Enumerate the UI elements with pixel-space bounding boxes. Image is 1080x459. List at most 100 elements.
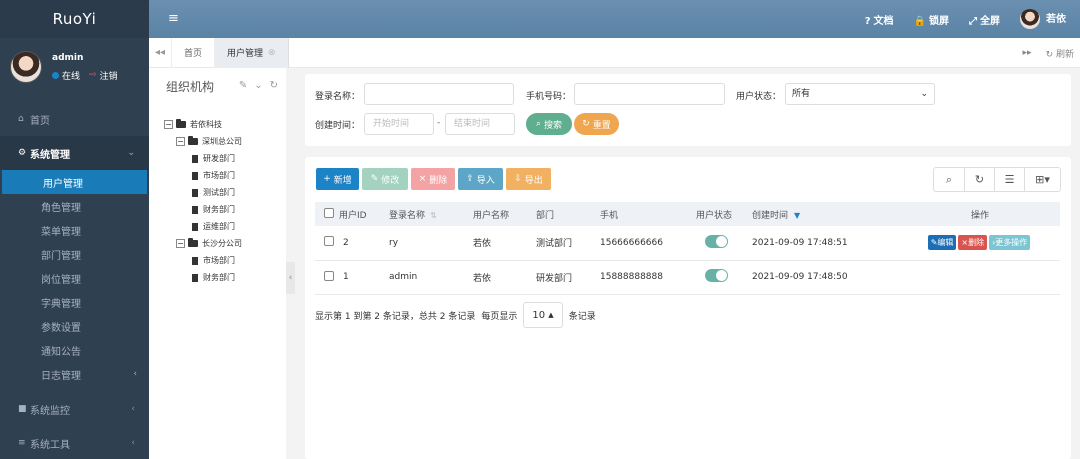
list-icon: ☰ [1004, 173, 1015, 186]
col-header-name[interactable]: 用户名称 [473, 202, 536, 226]
import-button[interactable]: ⇪ 导入 [458, 168, 503, 190]
status-toggle[interactable] [705, 269, 728, 282]
docs-link[interactable]: ? 文档 [865, 12, 894, 27]
lock-screen-link[interactable]: 🔒 锁屏 [914, 12, 949, 27]
tree-node-root[interactable]: − 若依科技 [164, 116, 242, 133]
sidebar-subitem-log[interactable]: 日志管理 ‹ [0, 362, 149, 386]
col-header-login[interactable]: 登录名称 ⇅ [389, 202, 473, 226]
select-all-checkbox[interactable] [324, 207, 334, 218]
refresh-button[interactable]: ↻ [964, 168, 994, 191]
sidebar-item-home[interactable]: ⌂ 首页 [0, 102, 149, 136]
refresh-tab-button[interactable]: ↻ 刷新 [1046, 47, 1074, 60]
reset-button[interactable]: ↻ 重置 [574, 113, 619, 135]
tab-user-management[interactable]: 用户管理 ⊗ [214, 37, 289, 68]
collapse-icon[interactable]: − [176, 137, 185, 146]
cell-login: admin [389, 272, 418, 282]
close-icon: × [961, 238, 969, 248]
toggle-view-button[interactable]: ☰ [994, 168, 1024, 191]
app-logo[interactable]: RuoYi [0, 0, 149, 38]
tabs-scroll-left-icon[interactable]: ◂◂ [149, 47, 171, 58]
fullscreen-link[interactable]: ⤢ 全屏 [969, 12, 1000, 27]
tree-node-leaf[interactable]: 财务部门 [164, 201, 242, 218]
row-delete-label: 删除 [968, 238, 985, 248]
start-time-input[interactable]: 开始时间 [364, 113, 434, 135]
plus-icon: + [323, 174, 331, 184]
sidebar-item-monitor[interactable]: ■ 系统监控 ‹ [0, 392, 149, 426]
add-button[interactable]: + 新增 [316, 168, 359, 190]
row-checkbox[interactable] [324, 236, 334, 247]
cell-name: 若依 [473, 273, 492, 284]
sidebar-subitem-dict[interactable]: 字典管理 [0, 290, 149, 314]
tree-node-branch[interactable]: − 长沙分公司 [164, 235, 242, 252]
close-icon[interactable]: ⊗ [268, 48, 276, 58]
search-button[interactable]: ⌕ 搜索 [526, 113, 572, 135]
edit-icon[interactable]: ✎ [239, 80, 247, 91]
chevron-left-icon: ‹ [133, 369, 137, 379]
end-time-input[interactable]: 结束时间 [445, 113, 515, 135]
table-row: 2 ry 若依 测试部门 15666666666 2021-09-09 17:4… [315, 226, 1060, 260]
col-header-actions: 操作 [970, 210, 989, 221]
file-icon [192, 256, 198, 265]
col-header-id[interactable]: 用户ID [339, 202, 389, 226]
tab-home[interactable]: 首页 [171, 37, 214, 68]
tree-node-leaf[interactable]: 财务部门 [164, 269, 242, 286]
tree-node-leaf[interactable]: 研发部门 [164, 150, 242, 167]
sidebar-subitem-dept[interactable]: 部门管理 [0, 242, 149, 266]
sidebar-item-tools[interactable]: ≡ 系统工具 ‹ [0, 426, 149, 459]
col-header-created[interactable]: 创建时间 ▼ [752, 202, 900, 226]
logout-link[interactable]: 注销 [100, 69, 118, 82]
delete-button[interactable]: × 删除 [411, 168, 455, 190]
tree-node-branch[interactable]: − 深圳总公司 [164, 133, 242, 150]
tree-node-leaf[interactable]: 市场部门 [164, 167, 242, 184]
tree-node-leaf[interactable]: 运维部门 [164, 218, 242, 235]
sidebar-subitem-post[interactable]: 岗位管理 [0, 266, 149, 290]
import-label: 导入 [476, 175, 495, 186]
chevron-down-icon[interactable]: ⌄ [254, 80, 262, 91]
sidebar-subitem-menu[interactable]: 菜单管理 [0, 218, 149, 242]
col-header-dept[interactable]: 部门 [536, 202, 600, 226]
row-edit-button[interactable]: ✎ 编辑 [927, 235, 957, 251]
search-icon: ⌕ [945, 172, 953, 186]
reset-button-label: 重置 [592, 120, 611, 131]
user-menu[interactable]: 若依 [1020, 9, 1066, 29]
camera-icon: ■ [18, 404, 27, 414]
logout-icon[interactable]: ⇨ [89, 70, 97, 80]
columns-button[interactable]: ⊞▾ [1024, 168, 1060, 191]
status-toggle[interactable] [705, 234, 728, 248]
sidebar-item-label: 首页 [30, 115, 50, 127]
cell-id: 1 [343, 272, 349, 282]
question-circle-icon: ? [864, 15, 871, 27]
search-toggle-button[interactable]: ⌕ [934, 168, 964, 191]
phone-input[interactable] [574, 83, 725, 105]
tree-node-label: 深圳总公司 [202, 137, 242, 146]
sidebar-subitem-config[interactable]: 参数设置 [0, 314, 149, 338]
edit-button[interactable]: ✎ 修改 [362, 168, 408, 190]
col-header-phone[interactable]: 手机 [600, 202, 696, 226]
file-icon [192, 171, 198, 180]
collapse-icon[interactable]: − [176, 239, 185, 248]
avatar[interactable] [10, 51, 42, 83]
col-header-status[interactable]: 用户状态 [696, 202, 752, 226]
chevron-left-icon: ‹ [131, 404, 135, 414]
row-more-button[interactable]: › 更多操作 [989, 235, 1031, 251]
collapse-icon[interactable]: − [164, 120, 173, 129]
login-name-input[interactable] [364, 83, 514, 105]
cell-phone: 15666666666 [600, 237, 663, 248]
row-checkbox[interactable] [324, 270, 334, 281]
panel-collapse-handle[interactable]: ‹ [286, 262, 295, 294]
row-delete-button[interactable]: × 删除 [958, 235, 988, 251]
menu-toggle-icon[interactable]: ≡ [168, 11, 179, 26]
tree-node-label: 若依科技 [190, 120, 222, 129]
status-select[interactable]: 所有 ⌄ [785, 83, 935, 105]
refresh-icon[interactable]: ↻ [270, 80, 278, 91]
tree-node-leaf[interactable]: 测试部门 [164, 184, 242, 201]
tabs-scroll-right-icon[interactable]: ▸▸ [1023, 48, 1032, 58]
sidebar-subitem-role[interactable]: 角色管理 [0, 194, 149, 218]
folder-open-icon [188, 136, 198, 145]
export-button[interactable]: ⇩ 导出 [506, 168, 551, 190]
page-size-select[interactable]: 10 ▲ [523, 302, 563, 328]
sidebar-subitem-notice[interactable]: 通知公告 [0, 338, 149, 362]
tree-node-leaf[interactable]: 市场部门 [164, 252, 242, 269]
sidebar-item-system[interactable]: ⚙ 系统管理 ⌄ [0, 136, 149, 170]
sidebar-subitem-user[interactable]: 用户管理 [2, 170, 147, 194]
